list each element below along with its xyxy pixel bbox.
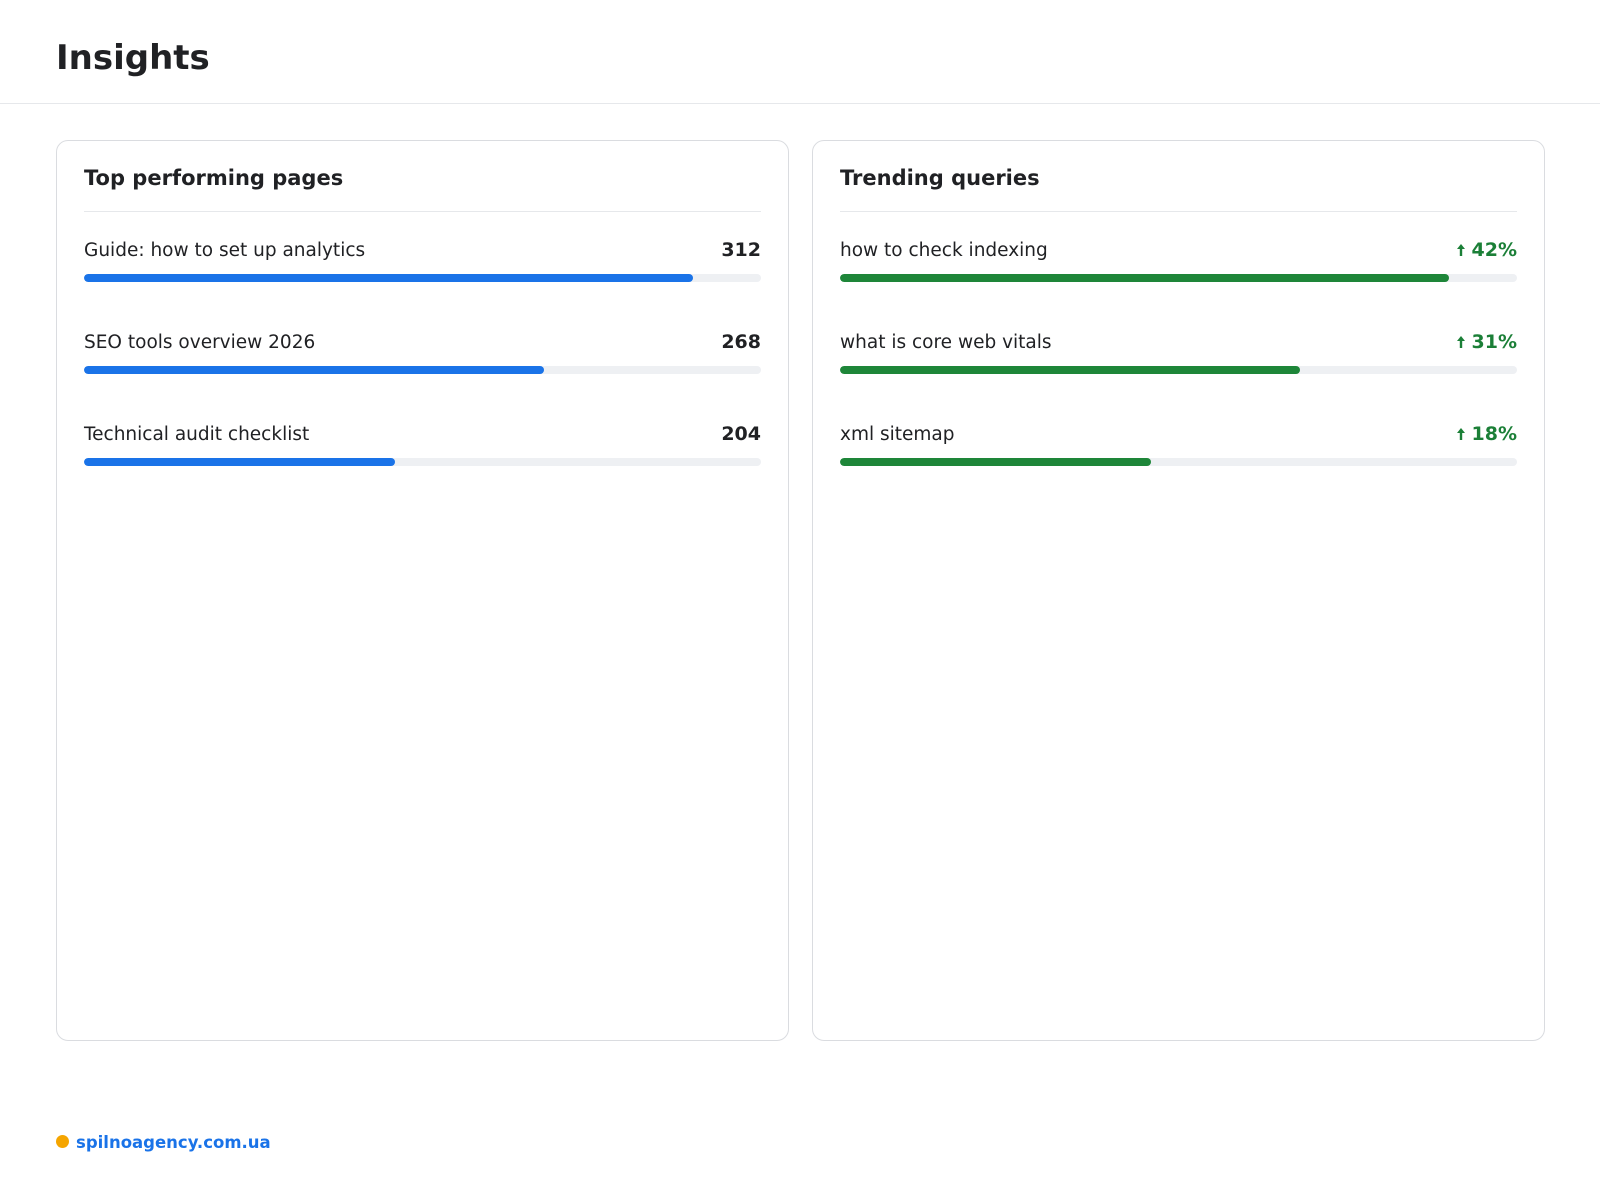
page-header: Insights bbox=[0, 0, 1600, 104]
card-divider bbox=[840, 211, 1517, 212]
query-label[interactable]: how to check indexing bbox=[840, 237, 1048, 265]
top-pages-card: Top performing pages Guide: how to set u… bbox=[56, 140, 789, 1041]
page-views-number: 268 bbox=[721, 331, 761, 353]
progress-track bbox=[840, 274, 1517, 282]
query-row[interactable]: xml sitemap 18% bbox=[840, 421, 1517, 471]
page-views-value: 312 bbox=[721, 236, 761, 264]
progress-fill bbox=[84, 274, 694, 282]
progress-fill bbox=[84, 458, 396, 466]
query-row[interactable]: what is core web vitals 31% bbox=[840, 329, 1517, 379]
dot-icon bbox=[56, 1134, 69, 1148]
trend-percent: 31% bbox=[1471, 331, 1517, 353]
progress-track bbox=[840, 366, 1517, 374]
query-label[interactable]: what is core web vitals bbox=[840, 329, 1052, 357]
query-row[interactable]: how to check indexing 42% bbox=[840, 237, 1517, 287]
progress-fill bbox=[840, 366, 1301, 374]
card-title: Trending queries bbox=[840, 166, 1040, 190]
page-row[interactable]: Guide: how to set up analytics 312 bbox=[84, 237, 761, 287]
card-divider bbox=[84, 211, 761, 212]
trend-percent: 18% bbox=[1471, 423, 1517, 445]
page-views-value: 268 bbox=[721, 328, 761, 356]
page-views-value: 204 bbox=[721, 420, 761, 448]
page-row[interactable]: Technical audit checklist 204 bbox=[84, 421, 761, 471]
trending-queries-card: Trending queries how to check indexing 4… bbox=[812, 140, 1545, 1041]
progress-fill bbox=[840, 274, 1450, 282]
page-label[interactable]: Guide: how to set up analytics bbox=[84, 237, 365, 265]
progress-track bbox=[84, 458, 761, 466]
progress-fill bbox=[840, 458, 1152, 466]
progress-track bbox=[840, 458, 1517, 466]
page-row[interactable]: SEO tools overview 2026 268 bbox=[84, 329, 761, 379]
page-views-number: 312 bbox=[721, 239, 761, 261]
page-views-number: 204 bbox=[721, 423, 761, 445]
page-label[interactable]: Technical audit checklist bbox=[84, 421, 309, 449]
query-label[interactable]: xml sitemap bbox=[840, 421, 955, 449]
progress-track bbox=[84, 366, 761, 374]
progress-track bbox=[84, 274, 761, 282]
arrow-up-icon bbox=[1456, 428, 1465, 440]
progress-fill bbox=[84, 366, 545, 374]
arrow-up-icon bbox=[1456, 336, 1465, 348]
trend-value: 31% bbox=[1456, 328, 1517, 356]
brand-link[interactable]: spilnoagency.com.ua bbox=[76, 1132, 271, 1154]
arrow-up-icon bbox=[1456, 244, 1465, 256]
page-title: Insights bbox=[56, 38, 210, 78]
card-title: Top performing pages bbox=[84, 166, 344, 190]
trend-value: 18% bbox=[1456, 420, 1517, 448]
trend-value: 42% bbox=[1456, 236, 1517, 264]
brand-footer: spilnoagency.com.ua bbox=[56, 1132, 271, 1154]
trend-percent: 42% bbox=[1471, 239, 1517, 261]
page-label[interactable]: SEO tools overview 2026 bbox=[84, 329, 315, 357]
